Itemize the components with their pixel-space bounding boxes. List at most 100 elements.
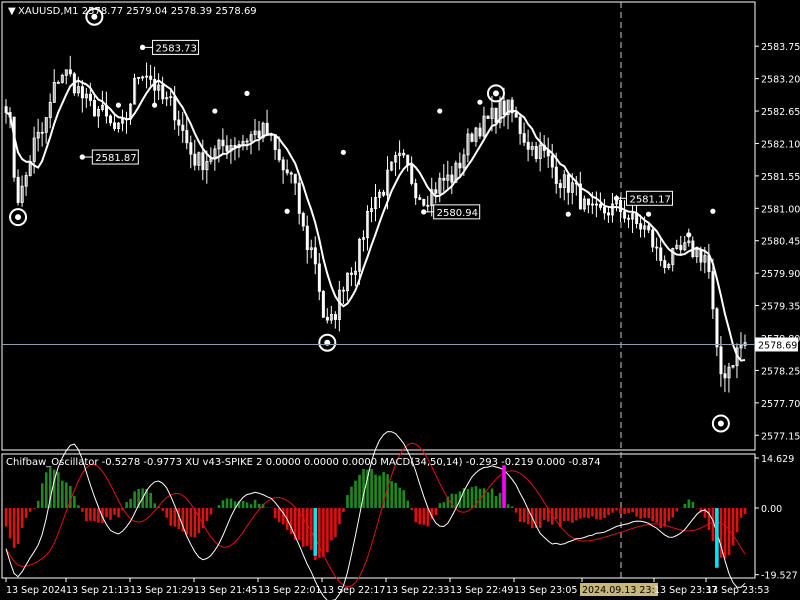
price-axis-label: 2580.45 — [761, 237, 800, 248]
time-axis-label: 13 Sep 23:05 — [514, 585, 577, 596]
oscillator-header: Chifbaw_Oscillator -0.5278 -0.9773 XU v4… — [6, 457, 601, 468]
candle-body — [514, 112, 518, 118]
oscillator-histogram-bar — [306, 507, 309, 546]
oscillator-histogram-bar — [153, 503, 156, 508]
oscillator-histogram-bar — [350, 486, 353, 508]
candle-body — [173, 96, 177, 121]
candle-body — [414, 183, 418, 199]
swing-dot — [340, 149, 346, 155]
candle-body — [341, 289, 345, 292]
oscillator-histogram-bar — [342, 507, 345, 513]
candle-body — [679, 244, 683, 251]
oscillator-histogram-bar — [615, 507, 618, 511]
oscillator-histogram-bar — [414, 507, 418, 523]
time-axis-label: 13 Sep 21:13 — [66, 585, 129, 596]
oscillator-histogram-bar — [567, 507, 570, 521]
candle-body — [88, 93, 92, 101]
oscillator-histogram-bar — [277, 507, 281, 523]
oscillator-histogram-bar — [57, 472, 60, 508]
candle-body — [92, 100, 96, 117]
candle-body — [305, 225, 309, 250]
candle-body — [193, 153, 197, 166]
oscillator-histogram-bar — [161, 507, 165, 511]
oscillator-histogram-bar — [209, 507, 213, 515]
oscillator-histogram-bar — [273, 507, 277, 519]
oscillator-histogram-bar — [189, 507, 193, 537]
oscillator-histogram-bar — [538, 507, 542, 528]
price-axis-label: 2581.55 — [761, 172, 800, 183]
price-axis-label: 2579.35 — [761, 302, 800, 313]
time-axis-label: 13 Sep 22:01 — [258, 585, 321, 596]
oscillator-histogram-bar — [378, 475, 381, 508]
oscillator-histogram-bar — [257, 503, 261, 508]
oscillator-histogram-bar — [326, 507, 329, 553]
candle-body — [321, 290, 325, 318]
candle-body — [281, 159, 285, 171]
oscillator-histogram-bar — [358, 474, 361, 508]
spike-bar — [715, 507, 719, 568]
oscillator-histogram-bar — [24, 507, 28, 519]
oscillator-histogram-bar — [655, 507, 659, 523]
oscillator-pane-frame — [1, 453, 756, 579]
swing-dot — [152, 102, 158, 108]
candle-body — [177, 119, 181, 126]
oscillator-histogram-bar — [322, 507, 325, 557]
oscillator-histogram-bar — [113, 507, 116, 515]
candle-body — [113, 122, 117, 129]
candle-body — [325, 316, 329, 321]
price-axis-label: 2582.10 — [761, 139, 800, 150]
oscillator-histogram-bar — [61, 480, 64, 508]
oscillator-histogram-bar — [486, 492, 490, 508]
spike-bar — [502, 465, 506, 508]
oscillator-histogram-bar — [623, 507, 626, 514]
oscillator-histogram-bar — [647, 507, 650, 519]
oscillator-histogram-bar — [743, 507, 747, 514]
oscillator-histogram-bar — [470, 487, 474, 508]
oscillator-histogram-bar — [253, 499, 257, 508]
oscillator-histogram-bar — [402, 490, 406, 508]
candle-body — [422, 198, 426, 206]
oscillator-histogram-bar — [579, 507, 582, 519]
oscillator-histogram-bar — [346, 495, 349, 508]
price-axis-label: 2583.20 — [761, 75, 800, 86]
oscillator-histogram-bar — [390, 481, 393, 508]
oscillator-histogram-bar — [494, 496, 498, 508]
swing-dot — [244, 90, 250, 96]
candle-body — [402, 152, 406, 156]
price-label-text: 2581.87 — [95, 153, 136, 164]
swing-dot — [437, 108, 443, 114]
swing-dot — [710, 208, 716, 214]
time-axis-label: 13 Sep 22:33 — [386, 585, 449, 596]
candle-body — [442, 177, 446, 181]
oscillator-histogram-bar — [703, 507, 707, 518]
oscillator-histogram-bar — [631, 507, 634, 513]
oscillator-histogram-bar — [318, 507, 321, 558]
oscillator-histogram-bar — [394, 482, 397, 508]
price-axis-label: 2577.15 — [761, 431, 800, 442]
candle-body — [410, 164, 414, 184]
oscillator-histogram-bar — [619, 507, 622, 514]
candle-body — [470, 133, 474, 142]
candle-body — [534, 146, 538, 160]
oscillator-histogram-bar — [466, 488, 470, 508]
oscillator-histogram-bar — [599, 507, 602, 520]
oscillator-histogram-bar — [4, 507, 8, 527]
candle-body — [317, 263, 321, 292]
price-axis-label: 2581.00 — [761, 204, 800, 215]
oscillator-histogram-bar — [611, 507, 614, 513]
oscillator-histogram-bar — [518, 507, 522, 522]
candle-body — [502, 100, 506, 115]
oscillator-histogram-bar — [249, 504, 253, 508]
candle-body — [201, 152, 205, 171]
candle-body — [550, 155, 554, 168]
oscillator-histogram-bar — [65, 482, 68, 508]
oscillator-histogram-bar — [555, 507, 558, 520]
candle-body — [699, 249, 703, 263]
oscillator-histogram-bar — [675, 507, 679, 512]
time-axis-label: 13 Sep 22:49 — [450, 585, 513, 596]
candle-body — [627, 217, 631, 220]
oscillator-histogram-bar — [205, 507, 209, 522]
oscillator-histogram-bar — [627, 507, 630, 513]
oscillator-histogram-bar — [229, 498, 233, 508]
price-axis-label: 2579.90 — [761, 269, 800, 280]
